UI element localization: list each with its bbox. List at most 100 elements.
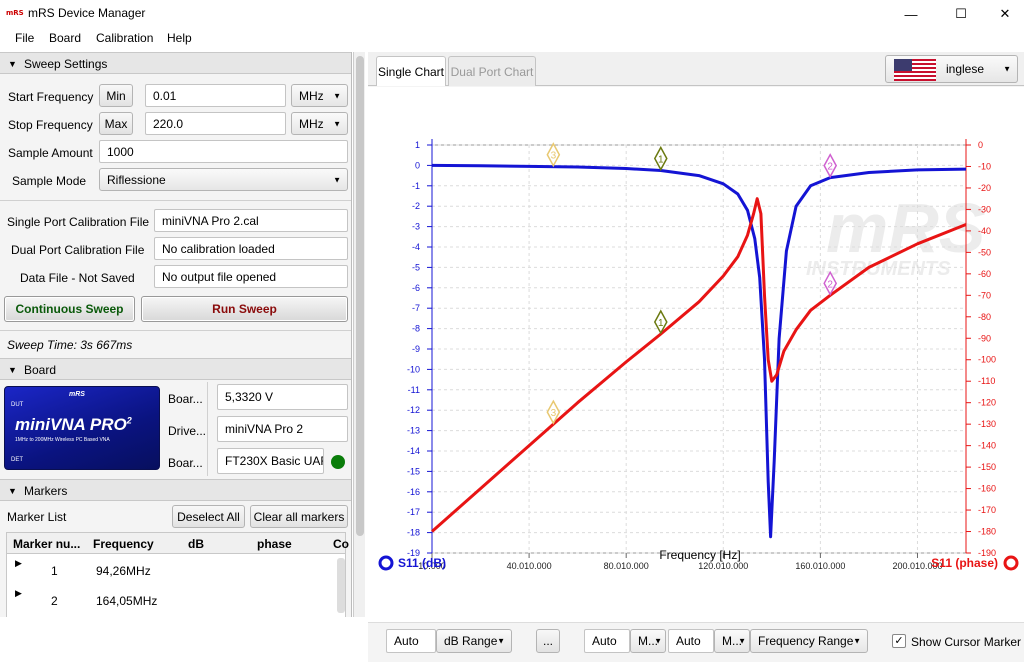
minimize-button[interactable]: — xyxy=(888,0,934,28)
chevron-down-icon: ▼ xyxy=(654,636,662,646)
table-row[interactable]: ▶ 1 94,26MHz xyxy=(7,554,337,584)
y-right-tick-label: -180 xyxy=(978,527,996,537)
y-right-tick-label: -40 xyxy=(978,226,991,236)
menu-board[interactable]: Board xyxy=(49,31,81,45)
y-right-tick-label: -10 xyxy=(978,161,991,171)
column-header[interactable]: phase xyxy=(257,537,292,551)
app-logo: mRS xyxy=(6,9,24,17)
connection-status-indicator xyxy=(331,455,345,469)
menu-calibration[interactable]: Calibration xyxy=(96,31,153,45)
collapse-icon: ▼ xyxy=(8,59,17,69)
maximize-button[interactable]: ☐ xyxy=(938,0,984,28)
collapse-icon: ▼ xyxy=(8,486,17,496)
y-left-tick-label: -3 xyxy=(412,222,420,232)
start-unit-select[interactable]: MHz ▼ xyxy=(291,84,348,107)
show-cursor-checkbox[interactable]: ✓ xyxy=(892,634,906,648)
frequency-range-select[interactable]: Frequency Range ▼ xyxy=(750,629,868,653)
y-right-tick-label: -120 xyxy=(978,398,996,408)
board-image-title: miniVNA PRO2 xyxy=(15,415,132,435)
chevron-down-icon: ▼ xyxy=(738,636,746,646)
data-file-label: Data File - Not Saved xyxy=(20,271,135,285)
expand-icon[interactable]: ▶ xyxy=(15,558,22,569)
run-sweep-button[interactable]: Run Sweep xyxy=(141,296,348,322)
sample-mode-label: Sample Mode xyxy=(12,174,87,188)
single-cal-field[interactable]: miniVNA Pro 2.cal xyxy=(154,209,348,232)
section-title: Sweep Settings xyxy=(24,57,108,71)
board-header[interactable]: ▼ Board xyxy=(0,358,351,380)
freq-stop-unit-select[interactable]: M... ▼ xyxy=(714,629,750,653)
tab-dual-port-chart[interactable]: Dual Port Chart xyxy=(448,56,536,86)
select-value: MHz xyxy=(299,116,324,131)
y-right-tick-label: -20 xyxy=(978,183,991,193)
stop-frequency-input[interactable]: 220.0 xyxy=(145,112,286,135)
y-left-tick-label: -15 xyxy=(407,466,420,476)
board-voltage-label: Boar... xyxy=(168,392,203,406)
board-image: mRS DUT miniVNA PRO2 1MHz to 200MHz Wire… xyxy=(4,386,160,470)
more-options-button[interactable]: ... xyxy=(536,629,560,653)
table-row[interactable]: ▶ 2 164,05MHz xyxy=(7,584,337,614)
freq-start-unit-select[interactable]: M... ▼ xyxy=(630,629,666,653)
y-left-tick-label: -6 xyxy=(412,283,420,293)
stop-unit-select[interactable]: MHz ▼ xyxy=(291,112,348,135)
freq-start-input[interactable]: Auto xyxy=(584,629,630,653)
min-button[interactable]: Min xyxy=(99,84,133,107)
board-uart-field[interactable]: FT230X Basic UART xyxy=(217,448,324,474)
right-panel: Single Chart Dual Port Chart inglese ▼ mR… xyxy=(368,52,1024,662)
expand-icon[interactable]: ▶ xyxy=(15,588,22,599)
sweep-time: Sweep Time: 3s 667ms xyxy=(7,338,133,352)
table-scrollbar[interactable] xyxy=(337,558,345,613)
marker-label: 3 xyxy=(551,151,557,162)
chart-area[interactable]: mRS INSTRUMENTS 10.000 40.010.000 80.010.0… xyxy=(368,87,1024,622)
column-header[interactable]: Frequency xyxy=(93,537,154,551)
y-left-tick-label: -9 xyxy=(412,344,420,354)
y-left-tick-label: -13 xyxy=(407,426,420,436)
data-file-field[interactable]: No output file opened xyxy=(154,265,348,288)
language-select[interactable]: inglese ▼ xyxy=(885,55,1018,83)
freq-stop-input[interactable]: Auto xyxy=(668,629,714,653)
tab-single-chart[interactable]: Single Chart xyxy=(376,56,446,86)
scrollbar-thumb[interactable] xyxy=(356,56,364,536)
chart-controls: Auto dB Range ▼ ... Auto M... ▼ Auto M... ▼… xyxy=(368,622,1024,662)
sample-amount-input[interactable]: 1000 xyxy=(99,140,348,163)
s11-chart[interactable]: mRS INSTRUMENTS 10.000 40.010.000 80.010.0… xyxy=(368,87,1024,622)
y-right-tick-label: -90 xyxy=(978,333,991,343)
start-frequency-input[interactable]: 0.01 xyxy=(145,84,286,107)
sample-amount-label: Sample Amount xyxy=(8,146,93,160)
marker-list-label: Marker List xyxy=(7,510,67,524)
column-header[interactable]: Marker nu... xyxy=(13,537,80,551)
column-header[interactable]: Co xyxy=(333,537,349,551)
menu-file[interactable]: File xyxy=(15,31,34,45)
menu-help[interactable]: Help xyxy=(167,31,192,45)
left-panel-scrollbar[interactable] xyxy=(353,52,365,617)
board-voltage-field[interactable]: 5,3320 V xyxy=(217,384,348,410)
sample-mode-select[interactable]: Riflessione ▼ xyxy=(99,168,348,191)
board-image-brand: mRS xyxy=(69,391,85,398)
board-driver-field[interactable]: miniVNA Pro 2 xyxy=(217,416,348,442)
column-header[interactable]: dB xyxy=(188,537,204,551)
marker-table-body: ▶ 1 94,26MHz ▶ 2 164,05MHz xyxy=(6,554,346,617)
sweep-settings-header[interactable]: ▼ Sweep Settings xyxy=(0,52,351,74)
dual-cal-label: Dual Port Calibration File xyxy=(11,243,145,257)
y-right-tick-label: 0 xyxy=(978,140,983,150)
markers-header[interactable]: ▼ Markers xyxy=(0,479,351,501)
db-range-select[interactable]: dB Range ▼ xyxy=(436,629,512,653)
chevron-down-icon: ▼ xyxy=(1003,64,1011,74)
deselect-all-button[interactable]: Deselect All xyxy=(172,505,245,528)
divider xyxy=(0,200,351,201)
y-left-tick-label: -1 xyxy=(412,181,420,191)
y-right-tick-label: -140 xyxy=(978,441,996,451)
clear-markers-button[interactable]: Clear all markers xyxy=(250,505,348,528)
y-right-tick-label: -110 xyxy=(978,376,995,386)
continuous-sweep-button[interactable]: Continuous Sweep xyxy=(4,296,135,322)
divider xyxy=(207,382,208,476)
select-value: dB Range xyxy=(444,634,498,648)
marker-number: 1 xyxy=(51,564,58,578)
db-min-input[interactable]: Auto xyxy=(386,629,436,653)
legend-left-icon xyxy=(378,555,394,571)
x-tick-label: 80.010.000 xyxy=(604,561,649,571)
x-tick-label: 40.010.000 xyxy=(507,561,552,571)
close-button[interactable]: ✕ xyxy=(982,0,1024,28)
dual-cal-field[interactable]: No calibration loaded xyxy=(154,237,348,260)
max-button[interactable]: Max xyxy=(99,112,133,135)
chevron-down-icon: ▼ xyxy=(333,91,341,100)
